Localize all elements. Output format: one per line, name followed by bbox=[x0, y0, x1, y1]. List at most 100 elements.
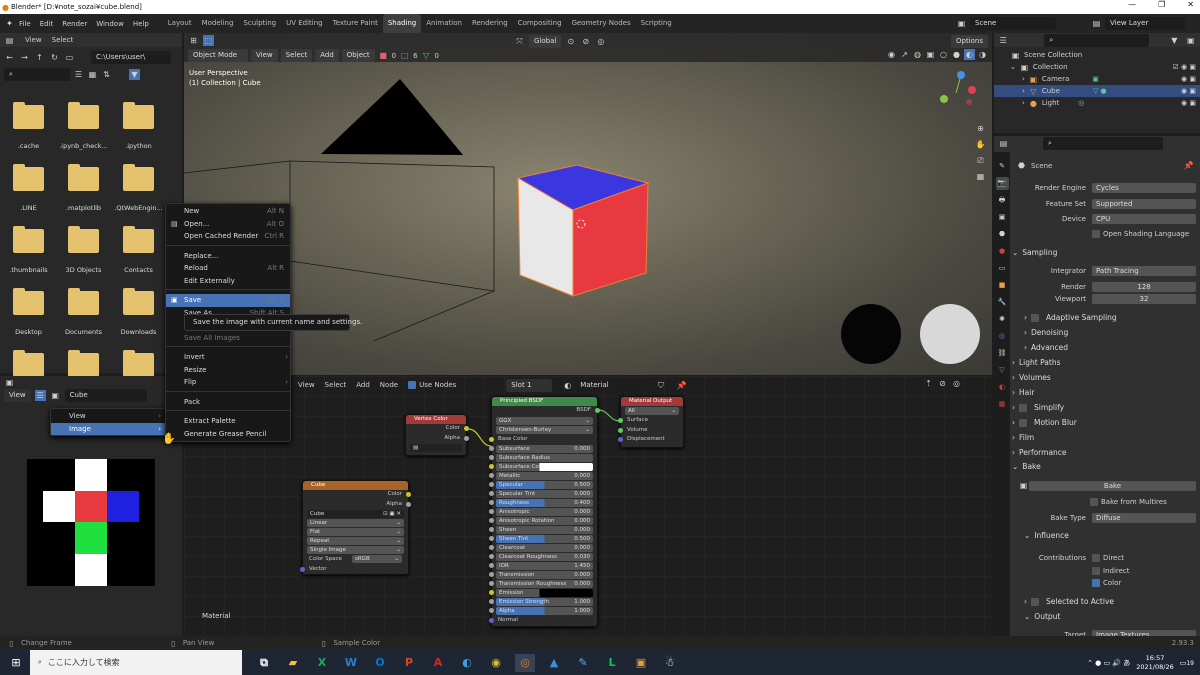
fb-search-input[interactable]: ⌕ bbox=[4, 68, 70, 81]
interpolation-select[interactable]: Linear ⌄ bbox=[307, 519, 404, 527]
outliner-item-camera[interactable]: › ▣ Camera ▣ ◉ ▣ bbox=[994, 73, 1200, 85]
fb-menu-view[interactable]: View bbox=[25, 36, 42, 44]
acrobat-icon[interactable]: A bbox=[428, 654, 448, 672]
ie-menu-icon[interactable]: ☰ bbox=[34, 389, 46, 401]
filter-icon[interactable]: ▼ bbox=[129, 69, 140, 80]
folder-icon[interactable] bbox=[123, 164, 154, 191]
blender-app-icon[interactable]: ◎ bbox=[515, 653, 535, 672]
ortho-grid-icon[interactable]: ▦ bbox=[975, 171, 986, 182]
menu-item-generate-grease-pencil[interactable]: Generate Grease Pencil bbox=[166, 428, 290, 441]
folder-label[interactable]: .ipython bbox=[111, 142, 166, 150]
slot-select[interactable]: Slot 1 bbox=[506, 378, 553, 392]
folder-label[interactable]: .ipynb_check... bbox=[56, 142, 111, 150]
new-collection-icon[interactable]: ▣ bbox=[1186, 35, 1196, 46]
folder-icon[interactable] bbox=[68, 288, 99, 315]
menu-item-open[interactable]: ▤ Open... Alt O bbox=[166, 218, 290, 231]
ne-menu-node[interactable]: Node bbox=[380, 381, 398, 389]
distribution-select[interactable]: GGX ⌄ bbox=[496, 416, 593, 425]
folder-icon[interactable] bbox=[13, 164, 44, 191]
panel-header-hair[interactable]: › Hair bbox=[1012, 388, 1034, 397]
use-nodes-toggle[interactable]: Use Nodes bbox=[408, 381, 456, 389]
menu-item-extract-palette[interactable]: Extract Palette bbox=[166, 415, 290, 428]
props-pin-icon[interactable]: 📌 bbox=[1183, 160, 1194, 171]
menu-item-reload[interactable]: Reload Alt R bbox=[166, 262, 290, 275]
material-name-field[interactable]: Material bbox=[575, 378, 646, 392]
folder-label[interactable]: .matplotlib bbox=[56, 204, 111, 212]
menu-item-open-cached-render[interactable]: Open Cached Render Ctrl R bbox=[166, 230, 290, 243]
folder-icon[interactable] bbox=[123, 102, 154, 129]
editor-type-icon[interactable]: ▤ bbox=[4, 35, 15, 46]
outliner-scene-collection[interactable]: ▣ Scene Collection bbox=[994, 49, 1200, 61]
folder-label[interactable]: .cache bbox=[1, 142, 56, 150]
folder-icon[interactable] bbox=[123, 288, 154, 315]
display-list-icon[interactable]: ☰ bbox=[73, 69, 84, 80]
sampling-panel-header[interactable]: ⌄ Sampling bbox=[1012, 248, 1198, 257]
folder-label[interactable]: Downloads bbox=[111, 328, 166, 336]
minimize-button[interactable]: — bbox=[1128, 0, 1136, 9]
menu-item-new[interactable]: New Alt N bbox=[166, 205, 290, 218]
image-browse-icon[interactable]: ▣ bbox=[50, 390, 61, 401]
outlook-icon[interactable]: O bbox=[370, 654, 390, 672]
tool-tab-icon[interactable]: ✎ bbox=[996, 160, 1009, 173]
denoising-header[interactable]: › Denoising bbox=[1024, 328, 1068, 337]
display-grid-icon[interactable]: ▦ bbox=[87, 69, 98, 80]
image-name-field[interactable]: Cube bbox=[64, 388, 147, 402]
panel-header-motion-blur[interactable]: › Motion Blur bbox=[1012, 418, 1077, 427]
file-explorer-icon[interactable]: ▰ bbox=[283, 654, 303, 672]
outliner-item-cube[interactable]: › ▽ Cube ▽ ● ◉ ▣ bbox=[994, 85, 1200, 97]
camera-view-icon[interactable]: ⎚ bbox=[975, 155, 986, 166]
collection-tab-icon[interactable]: ▭ bbox=[996, 262, 1009, 275]
vertex-color-node[interactable]: Vertex Color Color Alpha ▤ bbox=[405, 414, 469, 456]
ne-menu-select[interactable]: Select bbox=[325, 381, 347, 389]
bsdf-input-alpha[interactable]: Alpha 1.000 bbox=[489, 607, 593, 615]
bsdf-input-subsurface-radius[interactable]: Subsurface Radius bbox=[489, 454, 593, 462]
workspace-tab-geometry-nodes[interactable]: Geometry Nodes bbox=[567, 14, 636, 33]
powerpoint-icon[interactable]: P bbox=[399, 654, 419, 672]
integrator-select[interactable]: Path Tracing bbox=[1092, 265, 1196, 276]
panel-header-light-paths[interactable]: › Light Paths bbox=[1012, 358, 1060, 367]
render-samples-field[interactable]: 128 bbox=[1092, 281, 1196, 292]
world-tab-icon[interactable]: ● bbox=[996, 245, 1009, 258]
influence-panel-header[interactable]: ⌄ Influence bbox=[1024, 531, 1069, 540]
device-select[interactable]: CPU bbox=[1092, 213, 1196, 224]
props-editor-icon[interactable]: ▤ bbox=[998, 138, 1009, 149]
outliner-editor-icon[interactable]: ☰ bbox=[998, 35, 1008, 46]
bake-type-select[interactable]: Diffuse bbox=[1092, 512, 1196, 523]
folder-icon[interactable] bbox=[68, 102, 99, 129]
workspace-tab-modeling[interactable]: Modeling bbox=[197, 14, 239, 33]
ne-menu-add[interactable]: Add bbox=[356, 381, 370, 389]
sort-icon[interactable]: ⇅ bbox=[101, 69, 112, 80]
workspace-tab-animation[interactable]: Animation bbox=[421, 14, 467, 33]
menu-image[interactable]: Image › bbox=[51, 422, 167, 435]
folder-icon[interactable] bbox=[13, 102, 44, 129]
bsdf-input-clearcoat-roughness[interactable]: Clearcoat Roughness 0.030 bbox=[489, 553, 593, 561]
zoom-icon[interactable]: ⊕ bbox=[975, 123, 986, 134]
folder-label[interactable]: 3D Objects bbox=[56, 266, 111, 274]
image-datablock-field[interactable]: Cube ⊡ ▣ ✕ bbox=[307, 510, 404, 518]
output-panel-header[interactable]: ⌄ Output bbox=[1024, 612, 1060, 621]
advanced-header[interactable]: › Advanced bbox=[1024, 343, 1068, 352]
folder-icon[interactable] bbox=[123, 226, 154, 253]
bsdf-input-ior[interactable]: IOR 1.450 bbox=[489, 562, 593, 570]
folder-icon[interactable] bbox=[13, 288, 44, 315]
windows-start-icon[interactable]: ⊞ bbox=[8, 657, 24, 668]
adaptive-sampling-header[interactable]: › Adaptive Sampling bbox=[1024, 313, 1117, 322]
outliner-item-light[interactable]: › ● Light ◎ ◉ ▣ bbox=[994, 97, 1200, 109]
blender-menu-icon[interactable]: ✦ bbox=[4, 18, 15, 29]
folder-icon[interactable] bbox=[68, 350, 99, 377]
edge-icon[interactable]: ◐ bbox=[457, 654, 477, 672]
render-tab-icon[interactable]: 📷 bbox=[995, 177, 1009, 190]
ne-up-icon[interactable]: ⇡ bbox=[923, 378, 934, 389]
output-tab-icon[interactable]: 🖶 bbox=[996, 194, 1009, 207]
menu-help[interactable]: Help bbox=[133, 20, 149, 28]
menu-item-save-all-images[interactable]: Save All Images bbox=[166, 332, 290, 345]
panel-header-performance[interactable]: › Performance bbox=[1012, 448, 1067, 457]
bake-multires-checkbox[interactable]: Bake from Multires bbox=[1016, 496, 1196, 507]
bsdf-input-clearcoat[interactable]: Clearcoat 0.000 bbox=[489, 544, 593, 552]
render-engine-select[interactable]: Cycles bbox=[1092, 182, 1196, 193]
pin-icon[interactable]: 📌 bbox=[676, 380, 687, 391]
bsdf-input-specular[interactable]: Specular 0.500 bbox=[489, 481, 593, 489]
workspace-tab-sculpting[interactable]: Sculpting bbox=[238, 14, 281, 33]
bsdf-input-normal[interactable]: Normal bbox=[489, 616, 597, 626]
extension-select[interactable]: Repeat ⌄ bbox=[307, 537, 404, 545]
